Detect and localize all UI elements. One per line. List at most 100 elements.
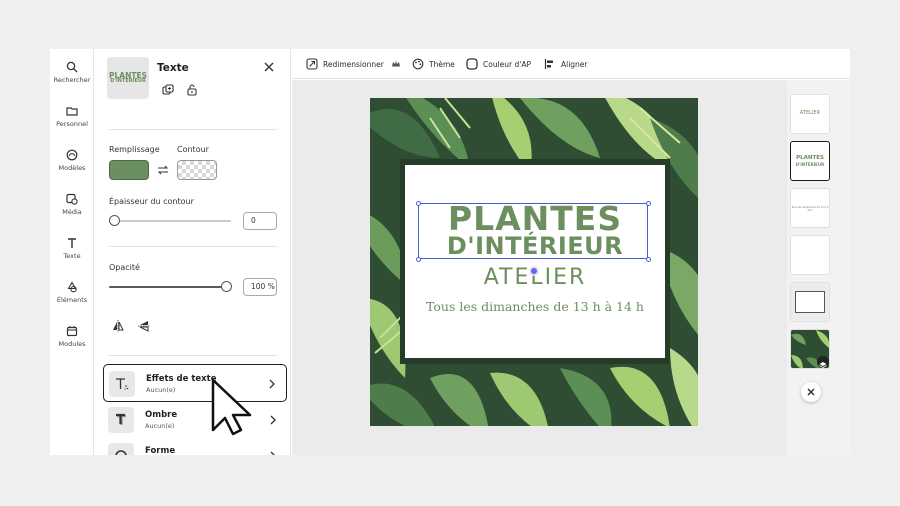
selection-box[interactable] [418,203,648,259]
unlock-icon[interactable] [185,83,199,97]
stroke-label: Contour [177,145,209,154]
text-card[interactable]: PLANTES D'INTÉRIEUR ATELIER Tous les dim… [405,165,665,358]
fill-color-swatch[interactable] [109,160,149,180]
flip-horizontal-icon[interactable] [111,319,125,333]
flip-vertical-icon[interactable] [137,319,151,333]
rail-item-text[interactable]: Texte [50,237,94,277]
elements-icon [67,281,77,293]
rail-label: Rechercher [53,76,91,84]
background-color-icon [466,58,478,70]
rail-label: Personnel [56,120,88,128]
text-effects-row[interactable]: Effets de texte Aucun(e) [103,364,287,402]
stroke-width-slider-handle[interactable] [109,215,120,226]
rail-label: Modèles [58,164,86,172]
text-effects-name: Effets de texte [146,374,217,384]
resize-label: Redimensionner [323,59,384,69]
page-1-text: ATELIER [799,110,821,116]
rail-item-media[interactable]: Média [50,193,94,233]
duplicate-icon[interactable] [161,83,175,97]
editor-app: Rechercher Personnel Modèles Média Texte… [50,49,850,455]
theme-palette-icon [412,58,424,70]
shape-name: Forme [145,446,176,455]
page-thumbnail-5[interactable] [790,282,830,322]
background-color-button[interactable]: Couleur d'AP [466,49,531,79]
rotate-handle[interactable] [529,266,539,276]
layers-badge[interactable] [817,356,829,368]
stroke-width-slider-track[interactable] [113,220,231,222]
fill-label: Remplissage [109,145,160,154]
rail-item-elements[interactable]: Éléments [50,281,94,321]
resize-handle-br[interactable] [646,257,651,262]
text-effects-value: Aucun(e) [146,386,176,394]
shadow-value: Aucun(e) [145,422,175,430]
shape-row[interactable]: Forme [103,437,287,455]
crown-icon [391,61,400,67]
chevron-right-icon [270,415,276,425]
page-3-text: Tous les dimanches de 13 h à 14 h [791,206,829,212]
opacity-slider-track[interactable] [109,286,227,288]
canvas-area: PLANTES D'INTÉRIEUR ATELIER Tous les dim… [292,80,787,455]
theme-label: Thème [429,59,455,69]
close-icon[interactable] [263,61,275,73]
shadow-icon-box [108,407,134,433]
folder-icon [66,107,78,116]
resize-icon [306,58,318,70]
rail-item-modules[interactable]: Modules [50,325,94,365]
chevron-right-icon [270,451,275,455]
media-icon [66,193,78,205]
divider [109,129,277,130]
opacity-label: Opacité [109,263,140,272]
left-rail: Rechercher Personnel Modèles Média Texte… [50,49,94,455]
rail-label: Texte [63,252,81,260]
shape-icon-box [108,443,134,455]
shadow-name: Ombre [145,410,178,420]
top-toolbar: Redimensionner Thème Couleur d'AP Aligne… [292,49,850,79]
shadow-icon [116,413,126,425]
page-2-line2: D'INTÉRIEUR [795,162,825,167]
close-pages-button[interactable] [801,382,821,402]
rail-item-personal[interactable]: Personnel [50,105,94,145]
opacity-slider-handle[interactable] [221,281,232,292]
shape-icon [115,450,127,455]
templates-icon [66,149,78,161]
resize-handle-tl[interactable] [416,201,421,206]
text-icon [68,238,76,248]
background-color-label: Couleur d'AP [483,59,531,69]
modules-icon [66,326,78,337]
rail-label: Média [62,208,82,216]
schedule-text[interactable]: Tous les dimanches de 13 h à 14 h [405,299,665,314]
stroke-width-label: Épaisseur du contour [109,197,194,206]
close-icon [807,388,815,396]
resize-button[interactable]: Redimensionner [306,49,401,79]
stroke-width-input[interactable]: 0 [243,212,277,230]
shadow-row[interactable]: Ombre Aucun(e) [103,401,287,439]
page-strip: ATELIER PLANTES D'INTÉRIEUR Tous les dim… [787,80,850,455]
resize-handle-bl[interactable] [416,257,421,262]
page-thumbnail-6[interactable] [790,329,830,369]
resize-handle-tr[interactable] [646,201,651,206]
properties-panel: PLANTES D'INTÉRIEUR Texte Remplissage Co… [95,49,291,455]
chevron-right-icon [269,379,275,389]
page-5-frame [795,291,825,313]
theme-button[interactable]: Thème [412,49,455,79]
rail-label: Éléments [56,296,88,304]
swap-arrows-icon[interactable] [156,163,170,177]
rail-item-templates[interactable]: Modèles [50,149,94,189]
layers-icon [819,362,827,368]
rail-label: Modules [58,340,86,348]
mouse-cursor-icon [211,378,252,436]
page-thumbnail-4[interactable] [790,235,830,275]
page-thumbnail-1[interactable]: ATELIER [790,94,830,134]
thumb-line2: D'INTÉRIEUR [110,78,146,85]
stroke-color-swatch[interactable] [177,160,217,180]
page-2-line1: PLANTES [796,155,824,161]
panel-title: Texte [157,62,189,74]
opacity-input[interactable]: 100 % [243,278,277,296]
align-label: Aligner [561,59,588,69]
page-thumbnail-3[interactable]: Tous les dimanches de 13 h à 14 h [790,188,830,228]
align-left-icon [544,59,553,69]
align-button[interactable]: Aligner [544,49,588,79]
artboard[interactable]: PLANTES D'INTÉRIEUR ATELIER Tous les dim… [370,98,698,426]
page-thumbnail-2[interactable]: PLANTES D'INTÉRIEUR [790,141,830,181]
rail-item-search[interactable]: Rechercher [50,61,94,101]
